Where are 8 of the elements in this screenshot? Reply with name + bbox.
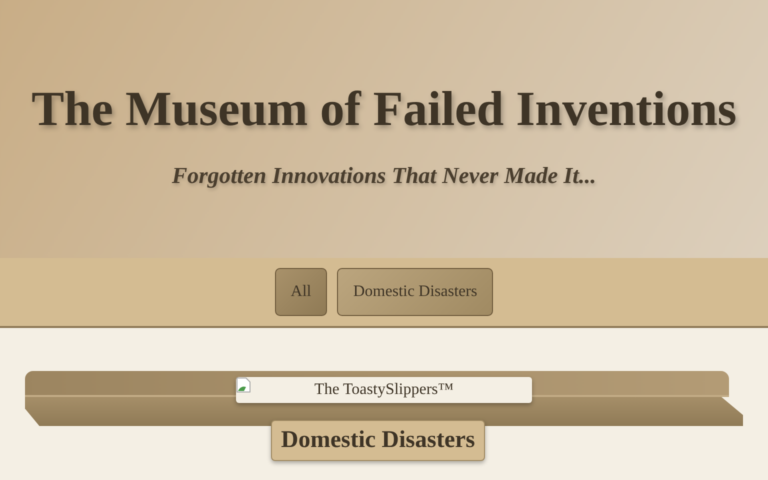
- filter-button[interactable]: Domestic Disasters: [337, 268, 494, 316]
- exhibit-image[interactable]: The ToastySlippers™: [236, 377, 532, 403]
- filter-button[interactable]: All: [274, 268, 328, 316]
- shelf-label: Domestic Disasters: [271, 420, 485, 461]
- page-title: The Museum of Failed Inventions: [31, 80, 737, 136]
- image-alt-text: The ToastySlippers™: [313, 381, 455, 399]
- broken-image-icon: [236, 377, 252, 393]
- page-subtitle: Forgotten Innovations That Never Made It...: [172, 162, 596, 188]
